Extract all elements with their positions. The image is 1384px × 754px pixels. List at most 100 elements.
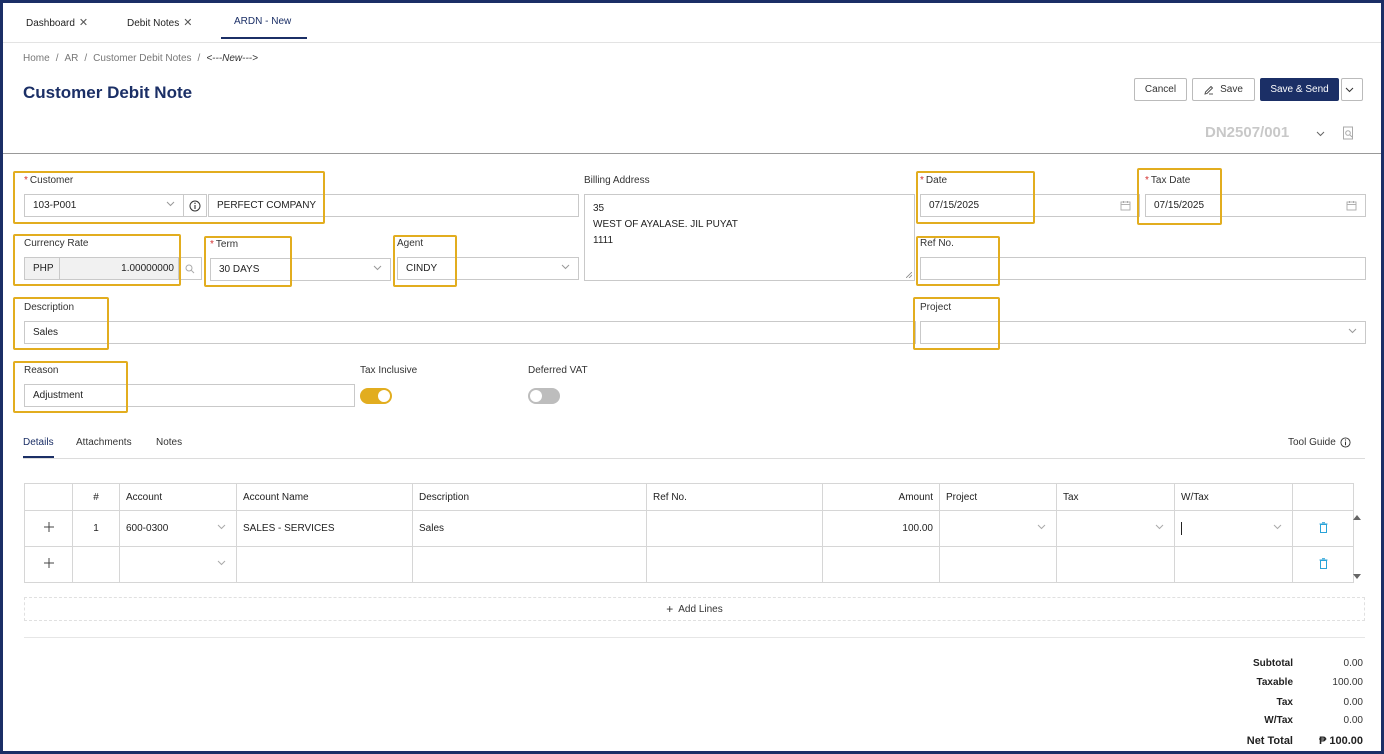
- toggle-knob: [530, 390, 542, 402]
- calendar-icon[interactable]: [1346, 200, 1357, 211]
- tax-total-value: 0.00: [1343, 697, 1363, 708]
- trash-icon: [1319, 521, 1327, 533]
- amount-cell[interactable]: 100.00: [822, 510, 940, 547]
- chevron-down-icon[interactable]: [1316, 131, 1325, 137]
- description-cell[interactable]: [412, 546, 647, 583]
- tab-dashboard[interactable]: Dashboard ✕: [26, 16, 88, 29]
- customer-name-field[interactable]: PERFECT COMPANY: [208, 194, 579, 217]
- account-cell[interactable]: [119, 546, 237, 583]
- customer-code-select[interactable]: 103-P001: [24, 194, 184, 217]
- close-icon[interactable]: ✕: [183, 17, 192, 29]
- scroll-up-icon[interactable]: [1353, 514, 1361, 521]
- tax-date-input[interactable]: 07/15/2025: [1145, 194, 1366, 217]
- breadcrumb-current: <---New--->: [206, 53, 258, 64]
- column-header-description: Description: [412, 483, 647, 511]
- row-number: [72, 546, 120, 583]
- address-line: 35: [593, 203, 605, 214]
- breadcrumb-ar[interactable]: AR: [64, 53, 78, 64]
- document-number: DN2507/001: [1205, 124, 1290, 141]
- tab-attachments[interactable]: Attachments: [76, 437, 132, 448]
- amount-cell[interactable]: [822, 546, 940, 583]
- header-divider: [3, 153, 1381, 154]
- term-label: * Term: [210, 239, 239, 250]
- agent-select[interactable]: CINDY: [397, 257, 579, 280]
- tab-bar: Dashboard ✕ Debit Notes ✕ ARDN - New: [3, 3, 1381, 43]
- breadcrumb-customer-debit-notes[interactable]: Customer Debit Notes: [93, 53, 191, 64]
- tab-debit-notes[interactable]: Debit Notes ✕: [127, 16, 192, 29]
- billing-address-textarea[interactable]: 35 WEST OF AYALASE. JIL PUYAT 1111: [584, 194, 915, 281]
- tab-notes[interactable]: Notes: [156, 437, 182, 448]
- move-icon: [43, 522, 54, 532]
- breadcrumb: Home / AR / Customer Debit Notes / <---New--->: [23, 53, 258, 64]
- term-value: 30 DAYS: [219, 264, 260, 275]
- cancel-button[interactable]: Cancel: [1134, 78, 1187, 101]
- description-cell[interactable]: Sales: [412, 510, 647, 547]
- column-header: [1292, 483, 1354, 511]
- ref-no-cell[interactable]: [646, 546, 823, 583]
- reason-label: Reason: [24, 365, 59, 376]
- wtax-total-value: 0.00: [1343, 715, 1363, 726]
- save-send-label: Save & Send: [1270, 84, 1329, 95]
- add-lines-button[interactable]: + Add Lines: [24, 597, 1365, 621]
- app-frame: Dashboard ✕ Debit Notes ✕ ARDN - New Home /…: [0, 0, 1384, 754]
- save-button[interactable]: Save: [1192, 78, 1255, 101]
- tax-cell[interactable]: [1056, 546, 1175, 583]
- currency-code-field: PHP: [24, 257, 60, 280]
- delete-row-button[interactable]: [1292, 510, 1354, 547]
- lines-table: # Account Account Name Description Ref N…: [24, 483, 1354, 583]
- drag-handle[interactable]: [24, 510, 73, 547]
- save-options-dropdown[interactable]: [1341, 78, 1363, 101]
- save-send-button[interactable]: Save & Send: [1260, 78, 1339, 101]
- customer-info-button[interactable]: [183, 194, 207, 217]
- tool-guide-link[interactable]: Tool Guide: [1288, 437, 1351, 448]
- taxable-value: 100.00: [1332, 677, 1363, 688]
- ref-no-input[interactable]: [920, 257, 1366, 280]
- description-input[interactable]: Sales: [24, 321, 916, 344]
- project-cell[interactable]: [939, 510, 1057, 547]
- tab-details[interactable]: Details: [23, 437, 54, 448]
- project-cell[interactable]: [939, 546, 1057, 583]
- reason-input[interactable]: Adjustment: [24, 384, 355, 407]
- wtax-cell[interactable]: [1174, 510, 1293, 547]
- tax-inclusive-label: Tax Inclusive: [360, 365, 418, 376]
- account-cell[interactable]: 600-0300: [119, 510, 237, 547]
- description-label: Description: [24, 302, 75, 313]
- deferred-vat-toggle[interactable]: [528, 388, 560, 404]
- column-header-ref-no: Ref No.: [646, 483, 823, 511]
- delete-row-button[interactable]: [1292, 546, 1354, 583]
- net-total-value: ₱ 100.00: [1318, 735, 1363, 747]
- description-value: Sales: [33, 327, 59, 338]
- tax-cell[interactable]: [1056, 510, 1175, 547]
- date-input[interactable]: 07/15/2025: [920, 194, 1140, 217]
- tab-label: Dashboard: [26, 18, 75, 29]
- scroll-down-icon[interactable]: [1353, 573, 1361, 580]
- resize-handle-icon[interactable]: [906, 272, 912, 278]
- currency-search-button[interactable]: [178, 257, 202, 280]
- column-header-number: #: [72, 483, 120, 511]
- drag-handle[interactable]: [24, 546, 73, 583]
- project-select[interactable]: [920, 321, 1366, 344]
- chevron-down-icon: [1348, 328, 1357, 334]
- tab-ardn-new[interactable]: ARDN - New: [234, 16, 291, 27]
- chevron-down-icon: [1037, 524, 1046, 530]
- tax-inclusive-toggle[interactable]: [360, 388, 392, 404]
- move-icon: [43, 558, 54, 568]
- table-row: [24, 546, 1354, 583]
- plus-icon: +: [666, 602, 674, 616]
- subtotal-value: 0.00: [1343, 658, 1363, 669]
- document-search-icon[interactable]: [1342, 126, 1355, 140]
- tax-date-label: * Tax Date: [1145, 175, 1191, 186]
- breadcrumb-home[interactable]: Home: [23, 53, 50, 64]
- column-header-wtax: W/Tax: [1174, 483, 1293, 511]
- column-header-account: Account: [119, 483, 237, 511]
- pencil-icon: [1204, 85, 1214, 95]
- calendar-icon[interactable]: [1120, 200, 1131, 211]
- account-name-cell: SALES - SERVICES: [236, 510, 413, 547]
- agent-label: Agent: [397, 238, 424, 249]
- account-name-cell: [236, 546, 413, 583]
- wtax-cell[interactable]: [1174, 546, 1293, 583]
- currency-code-value: PHP: [33, 263, 54, 274]
- term-select[interactable]: 30 DAYS: [210, 258, 391, 281]
- ref-no-cell[interactable]: [646, 510, 823, 547]
- close-icon[interactable]: ✕: [79, 17, 88, 29]
